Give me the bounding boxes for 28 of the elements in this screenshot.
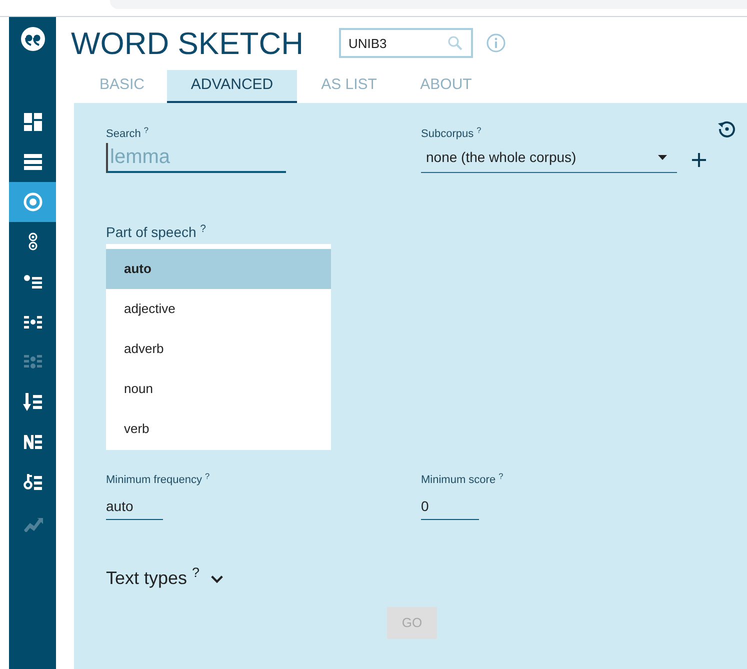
reset-icon[interactable] [717, 119, 737, 139]
sort-list-icon [22, 392, 42, 412]
minimum-score-field[interactable]: 0 [421, 492, 479, 520]
text-types-toggle[interactable]: Text types $^{?}$ [106, 565, 224, 592]
field-label: Subcorpus $^{?}$ [421, 127, 482, 142]
target-icon [22, 192, 42, 212]
search-field[interactable]: lemma [106, 143, 286, 173]
subcorpus-select[interactable]: none (the whole corpus) [421, 142, 677, 173]
minimum-frequency-field[interactable]: auto [106, 492, 163, 520]
field-label: Minimum score $^{?}$ [421, 473, 504, 488]
list-option[interactable]: noun [106, 369, 331, 409]
dashboard-icon [22, 112, 42, 132]
list-option[interactable]: auto [106, 249, 331, 289]
list-option[interactable]: adverb [106, 329, 331, 369]
list-option[interactable]: verb [106, 409, 331, 449]
field-label: Part of speech $^{?}$ [106, 223, 206, 241]
list-option[interactable]: adjective [106, 289, 331, 329]
field-label: Minimum frequency $^{?}$ [106, 473, 210, 488]
corpus-field[interactable]: UNIB3 [338, 28, 472, 58]
list-icon [22, 152, 42, 172]
plus-icon[interactable] [692, 152, 706, 166]
key-list-icon [22, 472, 42, 492]
numbered-list-icon [22, 432, 42, 452]
logo-icon [20, 27, 44, 51]
caret-icon [658, 154, 667, 160]
app-title: WORD SKETCH [71, 28, 304, 58]
tab[interactable]: ADVANCED [167, 70, 297, 103]
field-label: Search $^{?}$ [106, 127, 149, 142]
